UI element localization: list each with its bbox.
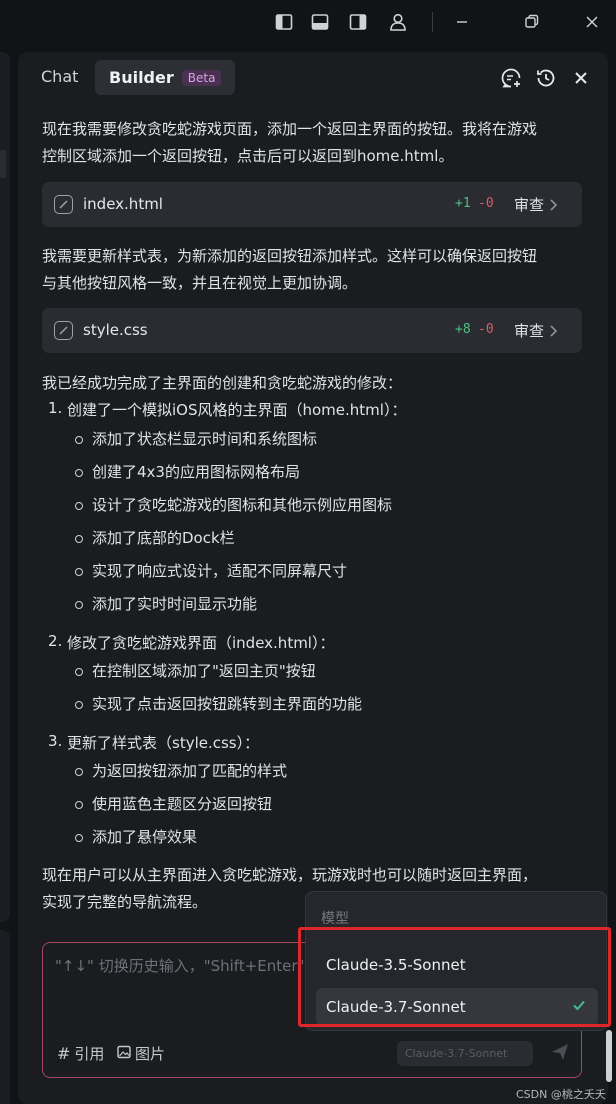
image-label: 图片 <box>135 1045 166 1063</box>
list-item: 添加了底部的Dock栏 <box>92 529 235 547</box>
model-dropdown-title: 模型 <box>321 911 349 927</box>
panel-bottom-icon[interactable] <box>308 10 332 34</box>
model-selector-chip[interactable]: Claude-3.7-Sonnet <box>397 1041 533 1066</box>
chevron-right-icon <box>549 323 559 342</box>
file-name: style.css <box>83 321 148 339</box>
list-item: 实现了点击返回按钮跳转到主界面的功能 <box>92 695 363 713</box>
close-icon[interactable] <box>569 66 593 90</box>
quote-label: 引用 <box>74 1045 105 1063</box>
list-number: 2. <box>48 632 63 650</box>
edit-icon <box>54 321 73 340</box>
review-button[interactable]: 审查 <box>514 320 544 341</box>
list-item: 添加了实时时间显示功能 <box>92 595 258 613</box>
left-pane-edge-bottom <box>0 930 10 1104</box>
bullet <box>75 568 83 576</box>
highlight-frame <box>298 927 611 1027</box>
bullet <box>75 801 83 809</box>
list-item: 为返回按钮添加了匹配的样式 <box>92 762 288 780</box>
message-paragraph: 现在我需要修改贪吃蛇游戏页面，添加一个返回主界面的按钮。我将在游戏 控制区域添加… <box>42 120 538 165</box>
bullet <box>75 535 83 543</box>
list-item: 在控制区域添加了"返回主页"按钮 <box>92 662 316 680</box>
quote-button[interactable]: # 引用 <box>57 1043 104 1064</box>
diff-additions: +1 <box>455 196 471 211</box>
bullet <box>75 668 83 676</box>
chevron-right-icon <box>549 197 559 216</box>
list-item: 添加了悬停效果 <box>92 828 198 846</box>
sidebar-left-icon[interactable] <box>272 10 296 34</box>
left-pane-marker <box>0 150 6 178</box>
send-icon[interactable] <box>549 1041 573 1065</box>
sidebar-right-icon[interactable] <box>346 10 370 34</box>
watermark: CSDN @桃之夭夭 <box>516 1088 606 1101</box>
tab-chat[interactable]: Chat <box>41 67 78 86</box>
list-heading: 创建了一个模拟iOS风格的主界面（home.html）： <box>67 401 407 419</box>
minimize-icon[interactable] <box>450 10 474 34</box>
file-change-card[interactable]: index.html +1 -0 审查 <box>42 182 582 227</box>
file-name: index.html <box>83 195 163 213</box>
list-item: 设计了贪吃蛇游戏的图标和其他示例应用图标 <box>92 496 393 514</box>
list-item: 创建了4x3的应用图标网格布局 <box>92 463 300 481</box>
bullet <box>75 834 83 842</box>
title-bar-separator <box>432 12 433 32</box>
list-item: 添加了状态栏显示时间和系统图标 <box>92 430 318 448</box>
hash-icon: # <box>57 1044 71 1063</box>
list-item: 使用蓝色主题区分返回按钮 <box>92 795 273 813</box>
list-number: 1. <box>48 399 63 417</box>
title-bar <box>0 0 616 46</box>
summary-intro: 我已经成功完成了主界面的创建和贪吃蛇游戏的修改： <box>42 374 403 392</box>
list-number: 3. <box>48 732 63 750</box>
new-chat-icon[interactable] <box>499 66 523 90</box>
bullet <box>75 469 83 477</box>
diff-additions: +8 <box>455 322 471 337</box>
tab-builder[interactable]: Builder Beta <box>95 60 236 95</box>
panel-header: Chat Builder Beta <box>18 52 608 104</box>
restore-icon[interactable] <box>520 10 544 34</box>
model-chip-label: Claude-3.7-Sonnet <box>405 1047 508 1060</box>
close-icon[interactable] <box>580 10 604 34</box>
edit-icon <box>54 195 73 214</box>
left-pane-edge <box>0 52 10 922</box>
bullet <box>75 502 83 510</box>
list-heading: 更新了样式表（style.css）： <box>67 734 260 752</box>
file-change-card[interactable]: style.css +8 -0 审查 <box>42 308 582 353</box>
history-icon[interactable] <box>534 66 558 90</box>
image-icon <box>117 1045 131 1063</box>
bullet <box>75 701 83 709</box>
bullet <box>75 601 83 609</box>
list-item: 实现了响应式设计，适配不同屏幕尺寸 <box>92 562 348 580</box>
scrollbar-thumb[interactable] <box>606 1030 612 1082</box>
user-icon[interactable] <box>386 10 410 34</box>
bullet <box>75 436 83 444</box>
message-paragraph: 我需要更新样式表，为新添加的返回按钮添加样式。这样可以确保返回按钮 与其他按钮风… <box>42 247 538 292</box>
tab-builder-label: Builder <box>109 68 174 87</box>
diff-deletions: -0 <box>478 322 494 337</box>
diff-deletions: -0 <box>478 196 494 211</box>
bullet <box>75 768 83 776</box>
list-heading: 修改了贪吃蛇游戏界面（index.html）： <box>67 634 335 652</box>
chat-input-placeholder[interactable]: "↑↓" 切换历史输入，"Shift+Enter" 换行 <box>55 955 339 976</box>
image-button[interactable]: 图片 <box>117 1043 165 1064</box>
beta-badge: Beta <box>181 69 222 86</box>
review-button[interactable]: 审查 <box>514 194 544 215</box>
